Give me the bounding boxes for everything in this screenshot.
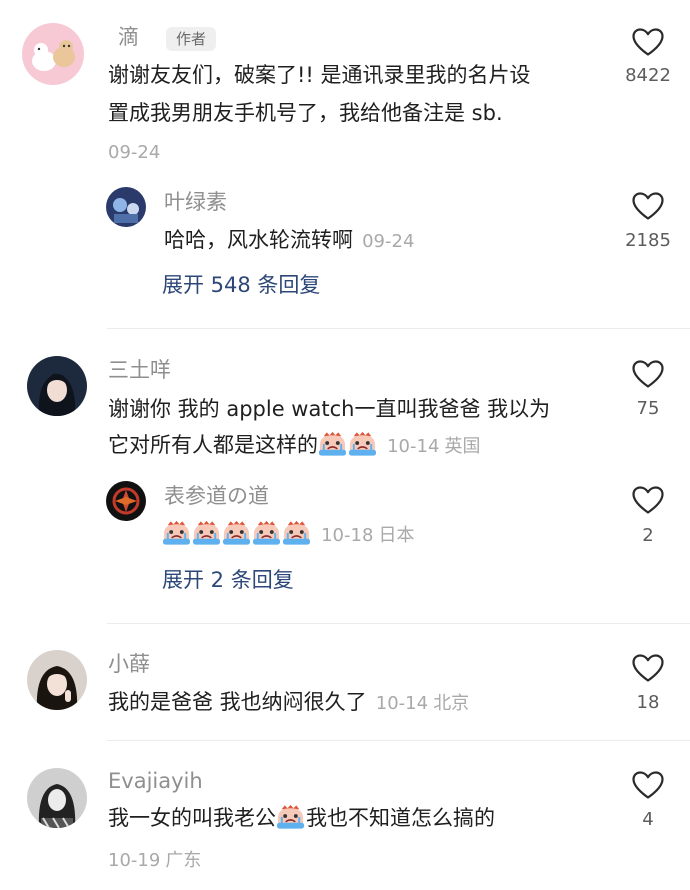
crying-face-emoji	[282, 520, 311, 546]
comment-author-name[interactable]: Evajiayih	[108, 771, 203, 792]
crying-face-emoji	[318, 431, 347, 457]
reply-location: 日本	[378, 525, 415, 546]
author-badge: 作者	[166, 27, 217, 51]
like-button[interactable]: 4	[608, 766, 688, 836]
avatar[interactable]	[27, 650, 87, 710]
comment-location: 英国	[444, 436, 481, 457]
comment-text-line: 谢谢友友们，破案了!! 是通讯录里我的名片设	[108, 63, 531, 87]
comment-text: 我一女的叫我老公	[108, 806, 276, 830]
heart-outline-icon	[631, 359, 665, 389]
crying-face-emoji	[252, 520, 281, 546]
comment-text-line: 谢谢你 我的 apple watch一直叫我爸爸 我以为	[108, 397, 551, 421]
heart-outline-icon	[631, 485, 665, 515]
like-button[interactable]: 18	[608, 649, 688, 719]
like-button[interactable]: 8422	[608, 23, 688, 93]
avatar[interactable]	[106, 187, 146, 227]
comment-divider	[107, 328, 690, 329]
reply-date: 10-18	[321, 525, 374, 546]
comment-text-line: 它对所有人都是这样的	[108, 433, 318, 457]
reply-text: 哈哈，风水轮流转啊	[164, 228, 353, 252]
comment-text-line: 置成我男朋友手机号了，我给他备注是 sb.	[108, 101, 503, 125]
expand-replies-link[interactable]: 展开 2 条回复	[162, 570, 294, 591]
expand-replies-link[interactable]: 展开 548 条回复	[162, 275, 320, 296]
crying-face-emoji	[348, 431, 377, 457]
like-count: 4	[642, 809, 654, 830]
like-button[interactable]: 2185	[608, 187, 688, 257]
comment-author-name[interactable]: 三土咩	[108, 360, 171, 381]
comment-text: 我的是爸爸 我也纳闷很久了	[108, 690, 367, 714]
comment-divider	[107, 740, 690, 741]
comment-text: 我也不知道怎么搞的	[306, 806, 495, 830]
avatar[interactable]	[22, 23, 84, 85]
like-button[interactable]: 75	[608, 355, 688, 425]
crying-face-emoji	[222, 520, 251, 546]
comment-date: 10-19	[108, 850, 161, 871]
comment-author-name[interactable]: 小薛	[108, 654, 150, 675]
comment-date: 10-14	[387, 436, 440, 457]
like-count: 75	[636, 398, 660, 419]
heart-outline-icon	[631, 653, 665, 683]
heart-outline-icon	[631, 27, 665, 57]
like-button[interactable]: 2	[608, 481, 688, 551]
crying-face-emoji	[192, 520, 221, 546]
comment-divider	[107, 623, 690, 624]
reply-author-name[interactable]: 叶绿素	[164, 192, 227, 213]
heart-outline-icon	[631, 770, 665, 800]
like-count: 2	[642, 525, 654, 546]
like-count: 8422	[625, 65, 671, 86]
comment-date: 10-14	[375, 693, 429, 714]
avatar[interactable]	[27, 356, 87, 416]
crying-face-emoji	[162, 520, 191, 546]
reply-author-name[interactable]: 表参道の道	[164, 486, 269, 507]
reply-date: 09-24	[362, 231, 415, 252]
crying-face-emoji	[276, 804, 305, 830]
like-count: 18	[636, 692, 660, 713]
heart-outline-icon	[631, 191, 665, 221]
comment-location: 广东	[165, 850, 202, 871]
like-count: 2185	[625, 230, 671, 251]
avatar[interactable]	[106, 481, 146, 521]
comment-location: 北京	[433, 693, 470, 714]
comment-author-name[interactable]: 滴	[118, 27, 139, 48]
avatar[interactable]	[27, 768, 87, 828]
comment-date: 09-24	[108, 142, 161, 163]
